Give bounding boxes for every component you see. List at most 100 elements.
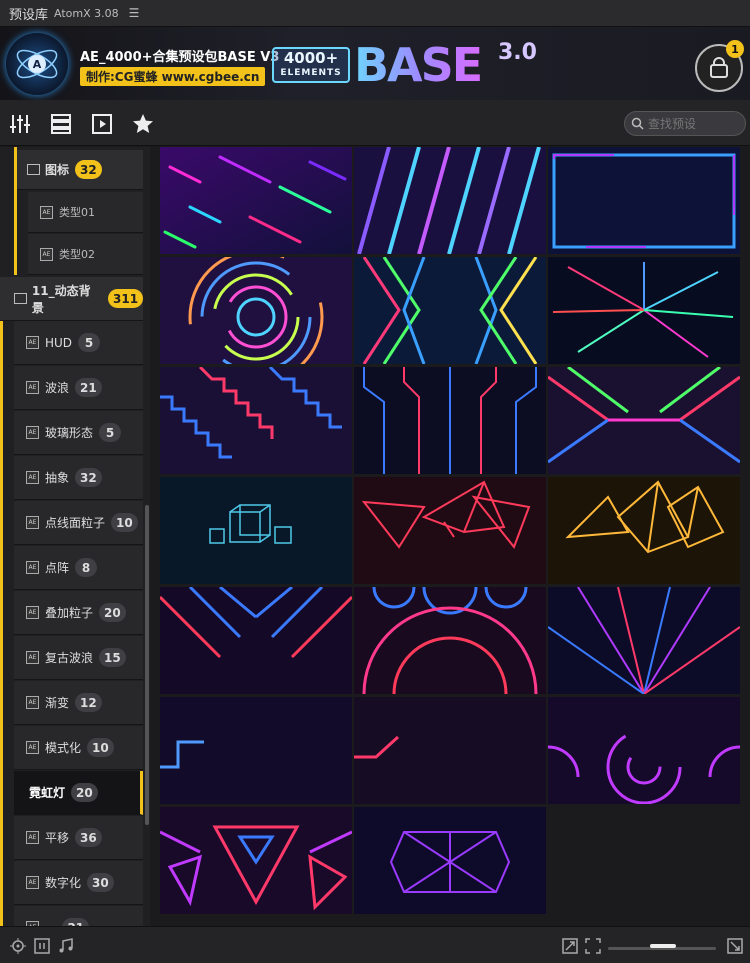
search-icon bbox=[631, 117, 644, 130]
ae-file-icon: AE bbox=[26, 696, 39, 709]
fit-icon[interactable] bbox=[562, 938, 578, 954]
target-icon[interactable] bbox=[10, 938, 26, 954]
preset-thumbnail[interactable] bbox=[354, 697, 546, 804]
preset-thumbnail[interactable] bbox=[160, 807, 352, 914]
preset-thumbnail[interactable] bbox=[354, 257, 546, 364]
item-count-badge: 21 bbox=[75, 378, 102, 397]
preset-thumbnail[interactable] bbox=[548, 147, 740, 254]
ae-file-icon: AE bbox=[26, 516, 39, 529]
tree-guide-line bbox=[0, 277, 3, 926]
sidebar-item-retro-waves[interactable]: AE 复古波浪 15 bbox=[14, 636, 143, 680]
sidebar-item-label: 平移 bbox=[45, 831, 70, 845]
bag-icon bbox=[710, 57, 728, 78]
folder-icon bbox=[27, 164, 40, 175]
preset-thumbnail[interactable] bbox=[160, 477, 352, 584]
bottom-bar bbox=[0, 926, 750, 963]
ae-file-icon: AE bbox=[26, 426, 39, 439]
item-count-badge: 15 bbox=[99, 648, 126, 667]
zoom-slider-thumb[interactable] bbox=[650, 944, 676, 948]
preset-thumbnail[interactable] bbox=[160, 257, 352, 364]
folder-icon bbox=[14, 293, 27, 304]
sidebar-item-label: 模式化 bbox=[45, 741, 82, 755]
preset-thumbnail[interactable] bbox=[160, 697, 352, 804]
brand-small-text: ELEMENTS bbox=[280, 68, 342, 78]
item-count-badge: 20 bbox=[99, 603, 126, 622]
svg-text:A: A bbox=[33, 58, 42, 71]
item-count-badge: 5 bbox=[99, 423, 122, 442]
item-count-badge: 311 bbox=[108, 289, 143, 308]
pause-icon[interactable] bbox=[34, 938, 50, 954]
banner-title: AE_4000+合集预设包BASE V3 bbox=[80, 50, 280, 65]
item-count-badge: 36 bbox=[75, 828, 102, 847]
sidebar-item-waves[interactable]: AE 波浪 21 bbox=[14, 366, 143, 410]
preset-thumbnail[interactable] bbox=[354, 807, 546, 914]
play-file-icon[interactable] bbox=[90, 112, 114, 136]
preset-thumbnail[interactable] bbox=[354, 367, 546, 474]
sidebar-item-pan[interactable]: AE 平移 36 bbox=[14, 816, 143, 860]
preset-thumbnail[interactable] bbox=[548, 697, 740, 804]
preset-thumbnail[interactable] bbox=[548, 477, 740, 584]
sidebar-item-motion-backgrounds[interactable]: 11_动态背景 311 bbox=[0, 277, 143, 321]
sliders-icon[interactable] bbox=[8, 112, 32, 136]
preset-thumbnail[interactable] bbox=[354, 147, 546, 254]
expand-icon[interactable] bbox=[727, 938, 743, 954]
sidebar-item-label: 波浪 bbox=[45, 381, 70, 395]
preset-thumbnail[interactable] bbox=[160, 367, 352, 474]
sidebar-item-dot-matrix[interactable]: AE 点阵 8 bbox=[14, 546, 143, 590]
item-count-badge: 5 bbox=[78, 333, 101, 352]
sidebar-item-label: 点线面粒子 bbox=[45, 516, 106, 530]
sidebar-item-neon[interactable]: 霓虹灯 20 bbox=[14, 771, 143, 815]
preset-thumbnail[interactable] bbox=[548, 587, 740, 694]
list-icon[interactable] bbox=[49, 112, 73, 136]
preset-thumbnail[interactable] bbox=[354, 587, 546, 694]
item-count-badge: 32 bbox=[75, 160, 102, 179]
banner-subtitle[interactable]: 制作:CG蜜蜂 www.cgbee.cn bbox=[80, 67, 266, 86]
app-version: AtomX 3.08 bbox=[54, 6, 119, 20]
sidebar-item-digital[interactable]: AE 数字化 30 bbox=[14, 861, 143, 905]
star-icon[interactable] bbox=[131, 112, 155, 136]
sidebar-item-type01[interactable]: AE 类型01 bbox=[28, 192, 143, 233]
brand-top-text: 4000+ bbox=[283, 49, 339, 67]
sidebar-item-label: 数字化 bbox=[45, 876, 82, 890]
expand-icon[interactable] bbox=[585, 938, 601, 954]
sidebar-item-abstract[interactable]: AE 抽象 32 bbox=[14, 456, 143, 500]
item-count-badge: 32 bbox=[75, 468, 102, 487]
sidebar-item-icons[interactable]: 图标 32 bbox=[17, 150, 143, 190]
ae-file-icon: AE bbox=[40, 247, 53, 261]
item-count-badge: 10 bbox=[87, 738, 114, 757]
music-icon[interactable] bbox=[58, 938, 74, 954]
preset-thumbnail[interactable] bbox=[160, 587, 352, 694]
sidebar-item-label: 叠加粒子 bbox=[45, 606, 94, 620]
hamburger-icon[interactable]: ☰ bbox=[129, 6, 140, 20]
search-input[interactable] bbox=[648, 116, 744, 131]
ae-file-icon: AE bbox=[26, 831, 39, 844]
preset-thumbnail[interactable] bbox=[548, 257, 740, 364]
preset-thumbnail[interactable] bbox=[548, 367, 740, 474]
sidebar-item-overlay-particles[interactable]: AE 叠加粒子 20 bbox=[14, 591, 143, 635]
item-count-badge: 21 bbox=[62, 918, 90, 926]
ae-file-icon: AE bbox=[26, 381, 39, 394]
search-box[interactable] bbox=[624, 111, 746, 136]
sidebar-item-more[interactable]: AE ... 21 bbox=[14, 906, 143, 926]
sidebar-item-gradient[interactable]: AE 渐变 12 bbox=[14, 681, 143, 725]
sidebar-item-hud[interactable]: AE HUD 5 bbox=[14, 321, 143, 365]
preset-thumbnail[interactable] bbox=[160, 147, 352, 254]
sidebar-item-label: 抽象 bbox=[45, 471, 70, 485]
sidebar-item-type02[interactable]: AE 类型02 bbox=[28, 234, 143, 275]
brand-artwork: 4000+ ELEMENTS BASE 3.0 bbox=[272, 38, 542, 92]
sidebar-scrollbar[interactable] bbox=[145, 505, 149, 825]
sidebar-item-label: 玻璃形态 bbox=[45, 426, 94, 440]
sidebar-item-glass[interactable]: AE 玻璃形态 5 bbox=[14, 411, 143, 455]
sidebar-item-label: 点阵 bbox=[45, 561, 70, 575]
ae-file-icon: AE bbox=[26, 561, 39, 574]
sidebar-item-label: 渐变 bbox=[45, 696, 70, 710]
promo-banner: A AE_4000+合集预设包BASE V3 制作:CG蜜蜂 www.cgbee… bbox=[0, 27, 750, 100]
cart-count-badge: 1 bbox=[726, 40, 744, 58]
sidebar-item-particles[interactable]: AE 点线面粒子 10 bbox=[14, 501, 143, 545]
sidebar-item-label: 类型01 bbox=[59, 206, 95, 219]
sidebar-item-patterns[interactable]: AE 模式化 10 bbox=[14, 726, 143, 770]
ae-file-icon: AE bbox=[26, 336, 39, 349]
brand-4000-box: 4000+ ELEMENTS bbox=[272, 47, 350, 83]
ae-file-icon: AE bbox=[26, 876, 39, 889]
preset-thumbnail[interactable] bbox=[354, 477, 546, 584]
